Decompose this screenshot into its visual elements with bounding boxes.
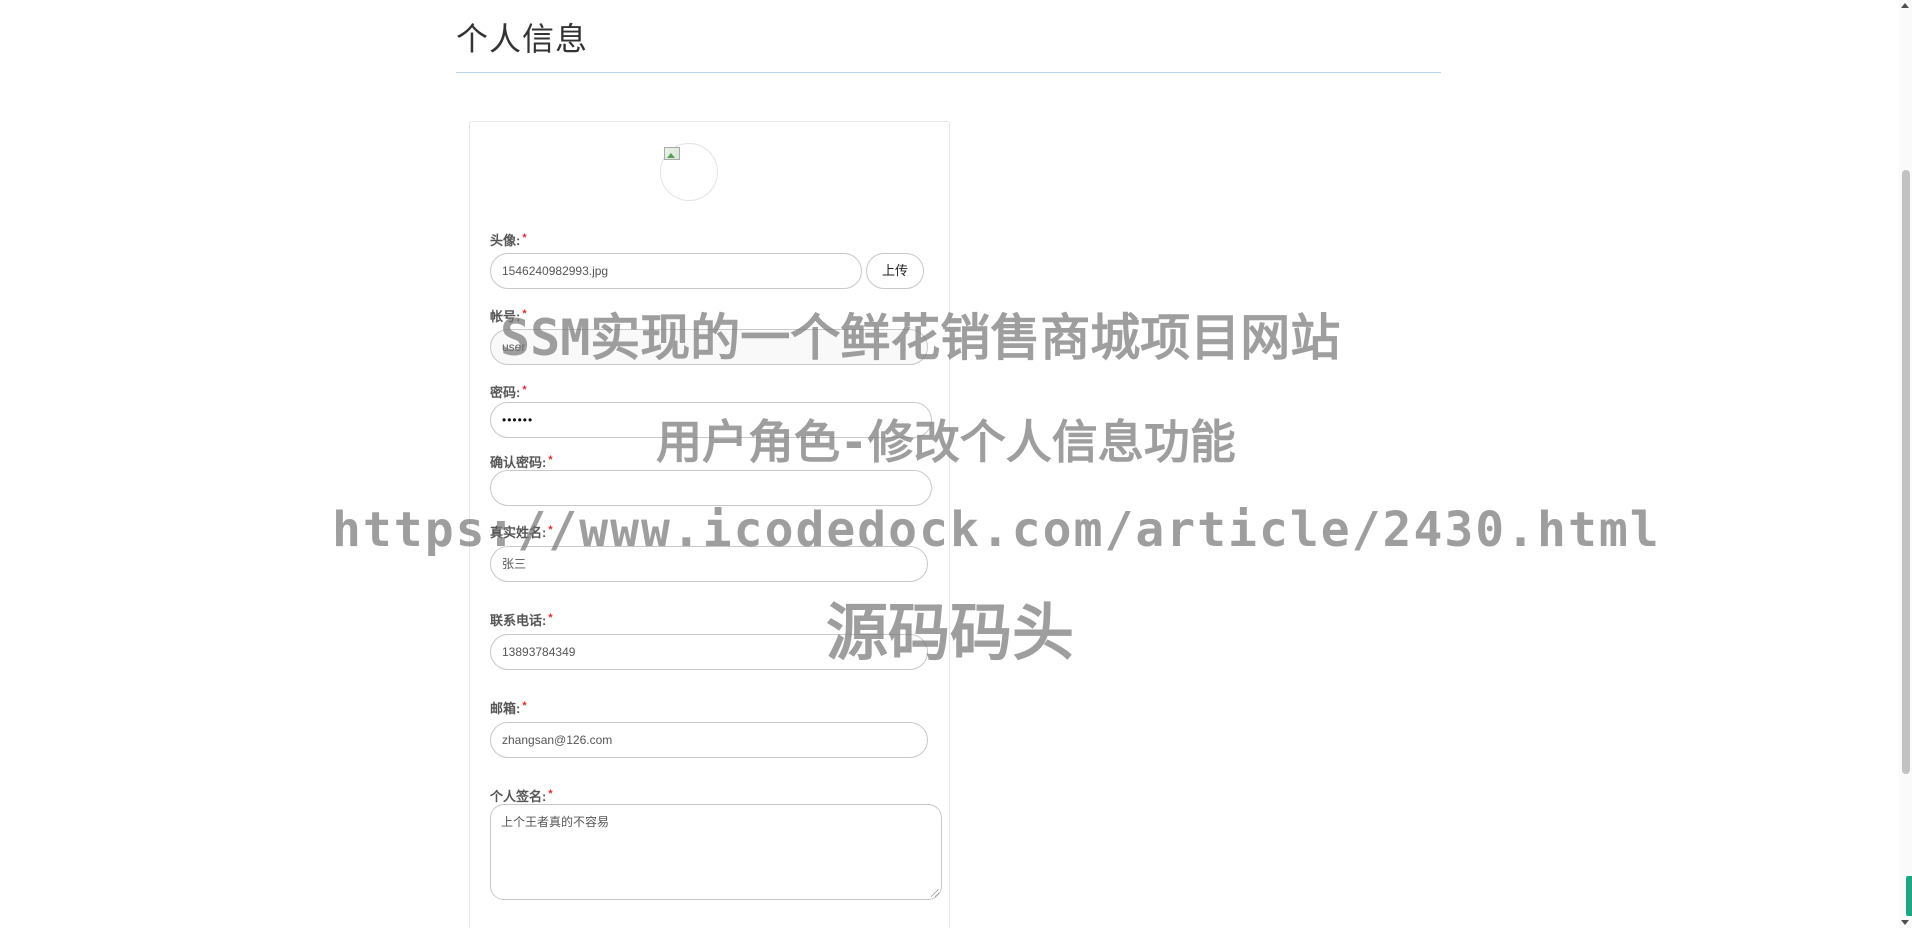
confirm-password-label-text: 确认密码: [490,455,547,470]
resize-grip-icon[interactable] [931,889,939,897]
profile-page: 个人信息 头像: * 1546240982993.jpg 上传 帐号: * user… [0,0,1912,928]
avatar-label-text: 头像: [490,233,521,248]
signature-label-text: 个人签名: [490,789,547,804]
title-divider [456,72,1441,73]
phone-input[interactable]: 13893784349 [490,634,928,670]
account-label-text: 帐号: [490,309,521,324]
scroll-up-icon[interactable] [1901,3,1909,8]
scroll-down-icon[interactable] [1901,920,1909,925]
required-mark: * [548,612,553,624]
real-name-label: 真实姓名: * [490,522,553,541]
required-mark: * [548,454,553,466]
real-name-label-text: 真实姓名: [490,525,547,540]
confirm-password-label: 确认密码: * [490,452,553,471]
real-name-input[interactable]: 张三 [490,546,928,582]
account-input[interactable]: user [490,329,928,365]
required-mark: * [548,788,553,800]
avatar-label: 头像: * [490,230,527,249]
signature-label: 个人签名: * [490,786,553,805]
scroll-thumb[interactable] [1902,170,1910,774]
account-label: 帐号: * [490,306,527,325]
phone-label-text: 联系电话: [490,613,547,628]
required-mark: * [522,384,527,396]
signature-text: 上个王者真的不容易 [501,815,610,829]
avatar-filename-input[interactable]: 1546240982993.jpg [490,253,862,289]
required-mark: * [522,700,527,712]
phone-label: 联系电话: * [490,610,553,629]
email-input[interactable]: zhangsan@126.com [490,722,928,758]
required-mark: * [522,308,527,320]
side-tab[interactable] [1906,876,1912,916]
vertical-scrollbar[interactable] [1899,0,1912,928]
page-title: 个人信息 [456,21,589,57]
confirm-password-input[interactable] [490,470,932,506]
password-label: 密码: * [490,382,527,401]
email-label: 邮箱: * [490,698,527,717]
upload-button[interactable]: 上传 [866,253,924,289]
required-mark: * [548,524,553,536]
avatar-image [660,143,718,201]
required-mark: * [522,232,527,244]
password-input[interactable]: •••••• [490,402,932,438]
broken-image-icon [664,147,680,160]
signature-textarea[interactable]: 上个王者真的不容易 [490,804,942,900]
email-label-text: 邮箱: [490,701,521,716]
password-label-text: 密码: [490,385,521,400]
